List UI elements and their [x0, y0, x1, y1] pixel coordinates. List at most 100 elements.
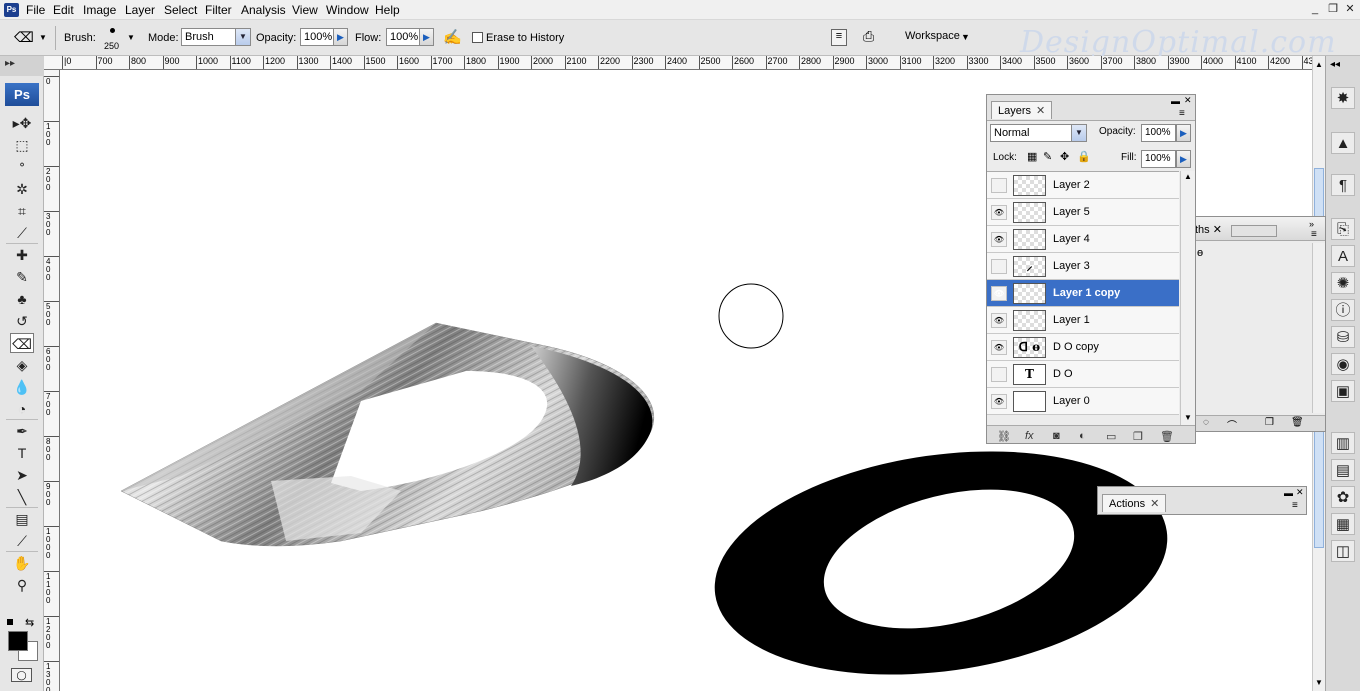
- link-layers-icon[interactable]: ⛓: [997, 430, 1011, 443]
- minimize-button[interactable]: _: [1308, 3, 1322, 16]
- fx-icon[interactable]: fx: [1025, 430, 1034, 442]
- visibility-toggle[interactable]: [991, 178, 1007, 193]
- menu-select[interactable]: Select: [164, 3, 197, 17]
- photoshop-logo[interactable]: Ps: [5, 83, 39, 106]
- layer-row[interactable]: 👁 Layer 4: [987, 226, 1179, 253]
- color-icon[interactable]: ✿: [1331, 486, 1355, 508]
- styles-icon[interactable]: ◉: [1331, 353, 1355, 375]
- group-folder-icon[interactable]: ▭: [1106, 430, 1116, 443]
- move-tool-icon[interactable]: ▸✥: [10, 113, 34, 133]
- tool-presets-icon[interactable]: ⛁: [1331, 326, 1355, 348]
- layer-name[interactable]: Layer 5: [1053, 206, 1090, 218]
- zoom-tool-icon[interactable]: ⚲: [10, 575, 34, 595]
- lock-all-icon[interactable]: 🔒: [1077, 150, 1091, 163]
- restore-button[interactable]: ❐: [1326, 3, 1340, 16]
- scroll-down-icon[interactable]: ▼: [1184, 413, 1192, 422]
- visibility-toggle[interactable]: [991, 259, 1007, 274]
- menu-help[interactable]: Help: [375, 3, 400, 17]
- toolbox-grip[interactable]: ▸▸: [0, 56, 44, 76]
- scroll-up-icon[interactable]: ▲: [1184, 172, 1192, 181]
- marquee-tool-icon[interactable]: ⬚: [10, 135, 34, 155]
- swatches-icon[interactable]: ▦: [1331, 513, 1355, 535]
- type-tool-icon[interactable]: T: [10, 443, 34, 463]
- add-mask-icon[interactable]: ◙: [1053, 430, 1060, 442]
- default-colors-icon[interactable]: [7, 619, 13, 625]
- close-icon[interactable]: ✕: [1036, 105, 1045, 117]
- flow-slider-button[interactable]: ▶: [419, 28, 434, 46]
- path-selection-tool-icon[interactable]: ➤: [10, 465, 34, 485]
- layer-name[interactable]: D O copy: [1053, 341, 1099, 353]
- collapsed-tabs[interactable]: [1231, 225, 1277, 237]
- menu-analysis[interactable]: Analysis: [241, 3, 286, 17]
- paragraph-icon[interactable]: ¶: [1331, 174, 1355, 196]
- preset-dropdown-icon[interactable]: ▼: [39, 33, 47, 42]
- visibility-toggle[interactable]: [991, 367, 1007, 382]
- clone-source-icon[interactable]: ⎘: [1331, 218, 1355, 240]
- workspace-label[interactable]: Workspace: [905, 30, 960, 42]
- layer-row[interactable]: 👁 Layer 1 copy: [987, 280, 1179, 307]
- masks-icon[interactable]: ◫: [1331, 540, 1355, 562]
- layer-row[interactable]: 👁 Layer 1: [987, 307, 1179, 334]
- menu-layer[interactable]: Layer: [125, 3, 155, 17]
- swap-colors-icon[interactable]: ⇆: [25, 616, 34, 629]
- brush-tool-icon[interactable]: ✎: [10, 267, 34, 287]
- app-icon[interactable]: Ps: [4, 3, 19, 17]
- notes-icon[interactable]: ▤: [1331, 459, 1355, 481]
- foreground-color-swatch[interactable]: [8, 631, 28, 651]
- panel-menu-icon[interactable]: ≡: [1179, 108, 1185, 119]
- lock-position-icon[interactable]: ✥: [1060, 150, 1069, 163]
- dock-collapse-icon[interactable]: ◂◂: [1330, 59, 1340, 70]
- layer-name[interactable]: Layer 1 copy: [1053, 287, 1120, 299]
- erase-history-checkbox[interactable]: [472, 32, 483, 43]
- eye-icon[interactable]: 👁: [991, 205, 1007, 220]
- workspace-dropdown-icon[interactable]: ▼: [961, 32, 970, 42]
- menu-edit[interactable]: Edit: [53, 3, 74, 17]
- info-icon[interactable]: ⓘ: [1331, 299, 1355, 321]
- palette-well-icon[interactable]: ≡: [831, 29, 847, 46]
- close-icon[interactable]: ✕: [1150, 498, 1159, 510]
- eraser-tool-icon[interactable]: ⌫: [10, 333, 34, 353]
- eyedropper-tool-icon[interactable]: ⟋: [10, 223, 34, 243]
- paint-bucket-tool-icon[interactable]: ◈: [10, 355, 34, 375]
- opacity-slider-button[interactable]: ▶: [333, 28, 348, 46]
- layer-name[interactable]: Layer 4: [1053, 233, 1090, 245]
- panel-close-icon[interactable]: »: [1309, 219, 1314, 229]
- brushes-icon[interactable]: ✺: [1331, 272, 1355, 294]
- layer-name[interactable]: Layer 2: [1053, 179, 1090, 191]
- layer-name[interactable]: D O: [1053, 368, 1073, 380]
- bridge-icon[interactable]: ⎙: [863, 28, 887, 48]
- magic-wand-tool-icon[interactable]: ✲: [10, 179, 34, 199]
- close-icon[interactable]: ✕: [1213, 224, 1222, 236]
- fill-field[interactable]: 100%: [1141, 150, 1176, 168]
- blend-mode-select[interactable]: Normal ▼: [990, 124, 1087, 142]
- layers-tab[interactable]: Layers ✕: [991, 101, 1053, 119]
- mode-select[interactable]: Brush ▼: [181, 28, 251, 46]
- new-path-icon[interactable]: ❐: [1265, 417, 1274, 428]
- pen-tool-icon[interactable]: ✒: [10, 421, 34, 441]
- character-icon[interactable]: A: [1331, 245, 1355, 267]
- adjustments-icon[interactable]: ▥: [1331, 432, 1355, 454]
- hand-tool-icon[interactable]: ✋: [10, 553, 34, 573]
- quick-mask-icon[interactable]: ◯: [11, 668, 32, 682]
- actions-tab[interactable]: Actions ✕: [1102, 494, 1167, 512]
- lock-image-icon[interactable]: ✎: [1043, 150, 1052, 163]
- delete-path-icon[interactable]: 🗑: [1291, 417, 1304, 428]
- layers-scrollbar[interactable]: ▲ ▼: [1180, 171, 1195, 425]
- line-tool-icon[interactable]: ╲: [10, 487, 34, 507]
- histogram-icon[interactable]: ▲: [1331, 132, 1355, 154]
- minimize-panel-icon[interactable]: ▬: [1284, 488, 1293, 498]
- eye-icon[interactable]: 👁: [991, 286, 1007, 301]
- eye-icon[interactable]: 👁: [991, 232, 1007, 247]
- layer-row[interactable]: ⸝ Layer 3: [987, 253, 1179, 280]
- crop-tool-icon[interactable]: ⌗: [10, 201, 34, 221]
- layer-opacity-field[interactable]: 100%: [1141, 124, 1176, 142]
- brush-picker[interactable]: 250: [104, 25, 124, 53]
- eraser-preset-icon[interactable]: ⌫: [14, 29, 36, 47]
- layer-row[interactable]: 👁 Layer 5: [987, 199, 1179, 226]
- close-button[interactable]: ✕: [1343, 3, 1357, 16]
- lock-transparent-icon[interactable]: ▦: [1027, 150, 1037, 163]
- blur-tool-icon[interactable]: 💧: [10, 377, 34, 397]
- load-selection-icon[interactable]: ◌: [1203, 417, 1209, 428]
- trash-icon[interactable]: 🗑: [1160, 430, 1174, 443]
- airbrush-icon[interactable]: ✍: [443, 28, 465, 48]
